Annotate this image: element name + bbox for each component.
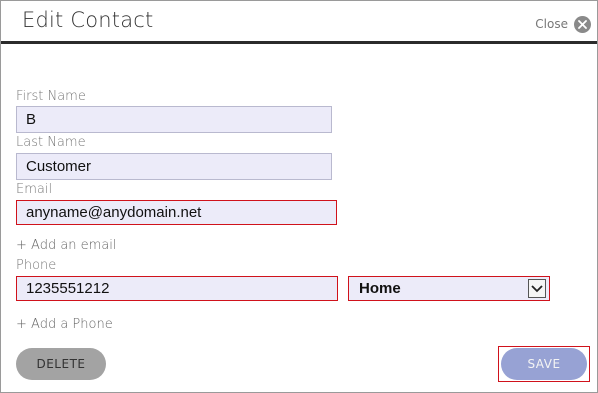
close-label: Close <box>535 17 568 31</box>
first-name-input[interactable] <box>16 106 332 133</box>
close-icon[interactable] <box>574 15 591 33</box>
phone-type-select[interactable]: Home <box>348 276 550 301</box>
save-button-frame: SAVE <box>498 346 590 382</box>
last-name-label: Last Name <box>16 135 86 150</box>
close-button[interactable]: Close <box>535 14 591 34</box>
edit-contact-dialog: Edit Contact Close First Name Last Name … <box>0 0 598 393</box>
phone-label: Phone <box>16 258 57 273</box>
save-button[interactable]: SAVE <box>501 348 587 380</box>
email-label: Email <box>16 182 53 197</box>
dialog-header: Edit Contact Close <box>1 1 597 44</box>
first-name-label: First Name <box>16 89 86 104</box>
add-phone-link[interactable]: + Add a Phone <box>16 317 113 332</box>
add-email-link[interactable]: + Add an email <box>16 238 117 253</box>
delete-button[interactable]: DELETE <box>16 348 106 380</box>
phone-type-value: Home <box>359 280 401 297</box>
chevron-down-icon[interactable] <box>528 279 546 298</box>
phone-input[interactable] <box>16 276 338 301</box>
email-input[interactable] <box>16 200 337 225</box>
dialog-title: Edit Contact <box>22 8 154 32</box>
last-name-input[interactable] <box>16 153 332 180</box>
